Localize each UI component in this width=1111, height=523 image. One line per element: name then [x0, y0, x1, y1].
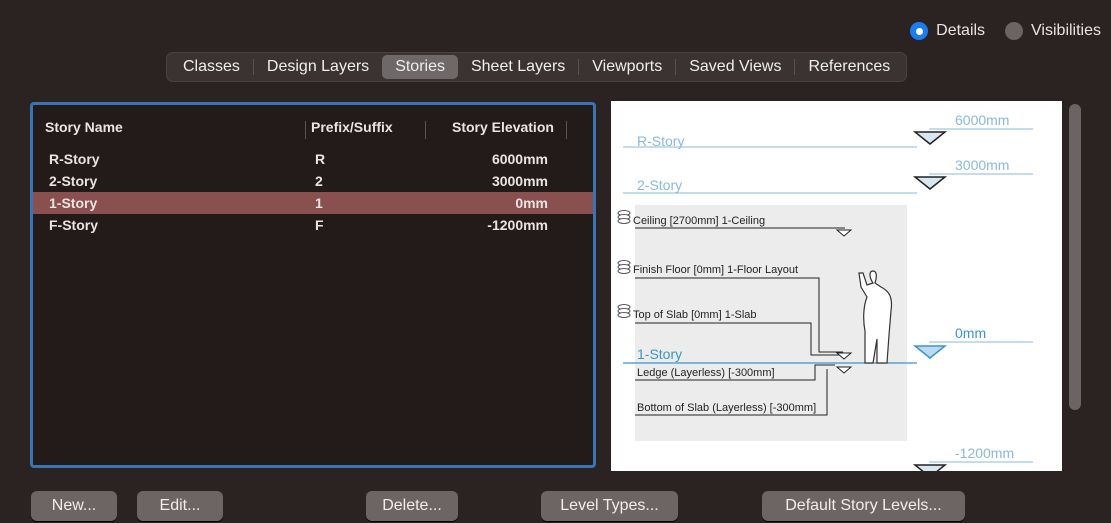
- elevation-label: -1200mm: [955, 445, 1014, 461]
- tab-saved-views[interactable]: Saved Views: [676, 55, 794, 79]
- story-preview-diagram: R-Story 6000mm 2-Story 3000mm Ceiling [2…: [617, 112, 1033, 471]
- list-rows: R-Story R 6000mm 2-Story 2 3000mm 1-Stor…: [33, 148, 593, 236]
- story-preview: R-Story 6000mm 2-Story 3000mm Ceiling [2…: [611, 101, 1062, 471]
- tab-viewports[interactable]: Viewports: [579, 55, 675, 79]
- story-name-cell: 2-Story: [49, 173, 98, 189]
- edit-button[interactable]: Edit...: [137, 491, 223, 521]
- elevation-cell: 6000mm: [491, 151, 548, 167]
- story-label: 2-Story: [637, 177, 682, 193]
- story-list[interactable]: Story Name Prefix/Suffix Story Elevation…: [30, 102, 596, 468]
- tab-references[interactable]: References: [795, 55, 903, 79]
- visibilities-label: Visibilities: [1031, 22, 1101, 39]
- elevation-label: 6000mm: [955, 112, 1009, 128]
- story-name-cell: 1-Story: [49, 195, 98, 211]
- table-row[interactable]: F-Story F -1200mm: [33, 214, 593, 236]
- elevation-marker-icon: [912, 345, 948, 359]
- view-mode-radio-group: Details Visibilities: [910, 22, 1101, 40]
- table-row[interactable]: 2-Story 2 3000mm: [33, 170, 593, 192]
- delete-button[interactable]: Delete...: [366, 491, 458, 521]
- tab-stories[interactable]: Stories: [382, 55, 458, 79]
- elevation-cell: -1200mm: [487, 217, 548, 233]
- tab-sheet-layers[interactable]: Sheet Layers: [458, 55, 578, 79]
- column-header-prefix-suffix[interactable]: Prefix/Suffix: [311, 119, 393, 135]
- level-types-button[interactable]: Level Types...: [541, 491, 678, 521]
- column-divider: [305, 121, 306, 139]
- elevation-cell: 0mm: [515, 195, 548, 211]
- prefix-cell: 1: [315, 195, 323, 211]
- level-label: Bottom of Slab (Layerless) [-300mm]: [637, 402, 816, 414]
- story-name-cell: F-Story: [49, 217, 98, 233]
- elevation-marker-icon: [912, 176, 948, 190]
- visibilities-radio[interactable]: Visibilities: [1005, 22, 1101, 40]
- layers-icon: [617, 210, 631, 224]
- default-story-levels-button[interactable]: Default Story Levels...: [762, 491, 965, 521]
- prefix-cell: 2: [315, 173, 323, 189]
- radio-selected-icon: [910, 22, 929, 40]
- column-divider: [425, 121, 426, 139]
- tab-design-layers[interactable]: Design Layers: [254, 55, 382, 79]
- radio-unselected-icon: [1005, 22, 1024, 40]
- details-radio[interactable]: Details: [910, 22, 985, 40]
- story-label: R-Story: [637, 133, 684, 149]
- prefix-cell: R: [315, 151, 326, 167]
- elevation-label: 0mm: [955, 325, 986, 341]
- level-label: Top of Slab [0mm] 1-Slab: [633, 309, 757, 321]
- tab-bar: Classes Design Layers Stories Sheet Laye…: [166, 52, 908, 82]
- layers-icon: [617, 260, 631, 274]
- tab-classes[interactable]: Classes: [170, 55, 253, 79]
- details-label: Details: [936, 22, 986, 39]
- layers-icon: [617, 304, 631, 318]
- elevation-marker-icon: [912, 131, 948, 145]
- column-header-story-elevation[interactable]: Story Elevation: [452, 119, 554, 135]
- column-header-story-name[interactable]: Story Name: [45, 119, 123, 135]
- elevation-cell: 3000mm: [491, 173, 548, 189]
- list-header: Story Name Prefix/Suffix Story Elevation: [33, 119, 593, 141]
- level-label: Ledge (Layerless) [-300mm]: [637, 367, 775, 379]
- level-label: Ceiling [2700mm] 1-Ceiling: [633, 215, 765, 227]
- elevation-marker-icon: [912, 464, 948, 471]
- column-divider: [566, 121, 567, 139]
- elevation-label: 3000mm: [955, 157, 1009, 173]
- table-row-selected[interactable]: 1-Story 1 0mm: [33, 192, 593, 214]
- level-label: Finish Floor [0mm] 1-Floor Layout: [633, 264, 798, 276]
- table-row[interactable]: R-Story R 6000mm: [33, 148, 593, 170]
- story-name-cell: R-Story: [49, 151, 100, 167]
- prefix-cell: F: [315, 217, 324, 233]
- preview-scrollbar[interactable]: [1069, 104, 1081, 410]
- story-label-active: 1-Story: [637, 346, 682, 362]
- new-button[interactable]: New...: [31, 491, 117, 521]
